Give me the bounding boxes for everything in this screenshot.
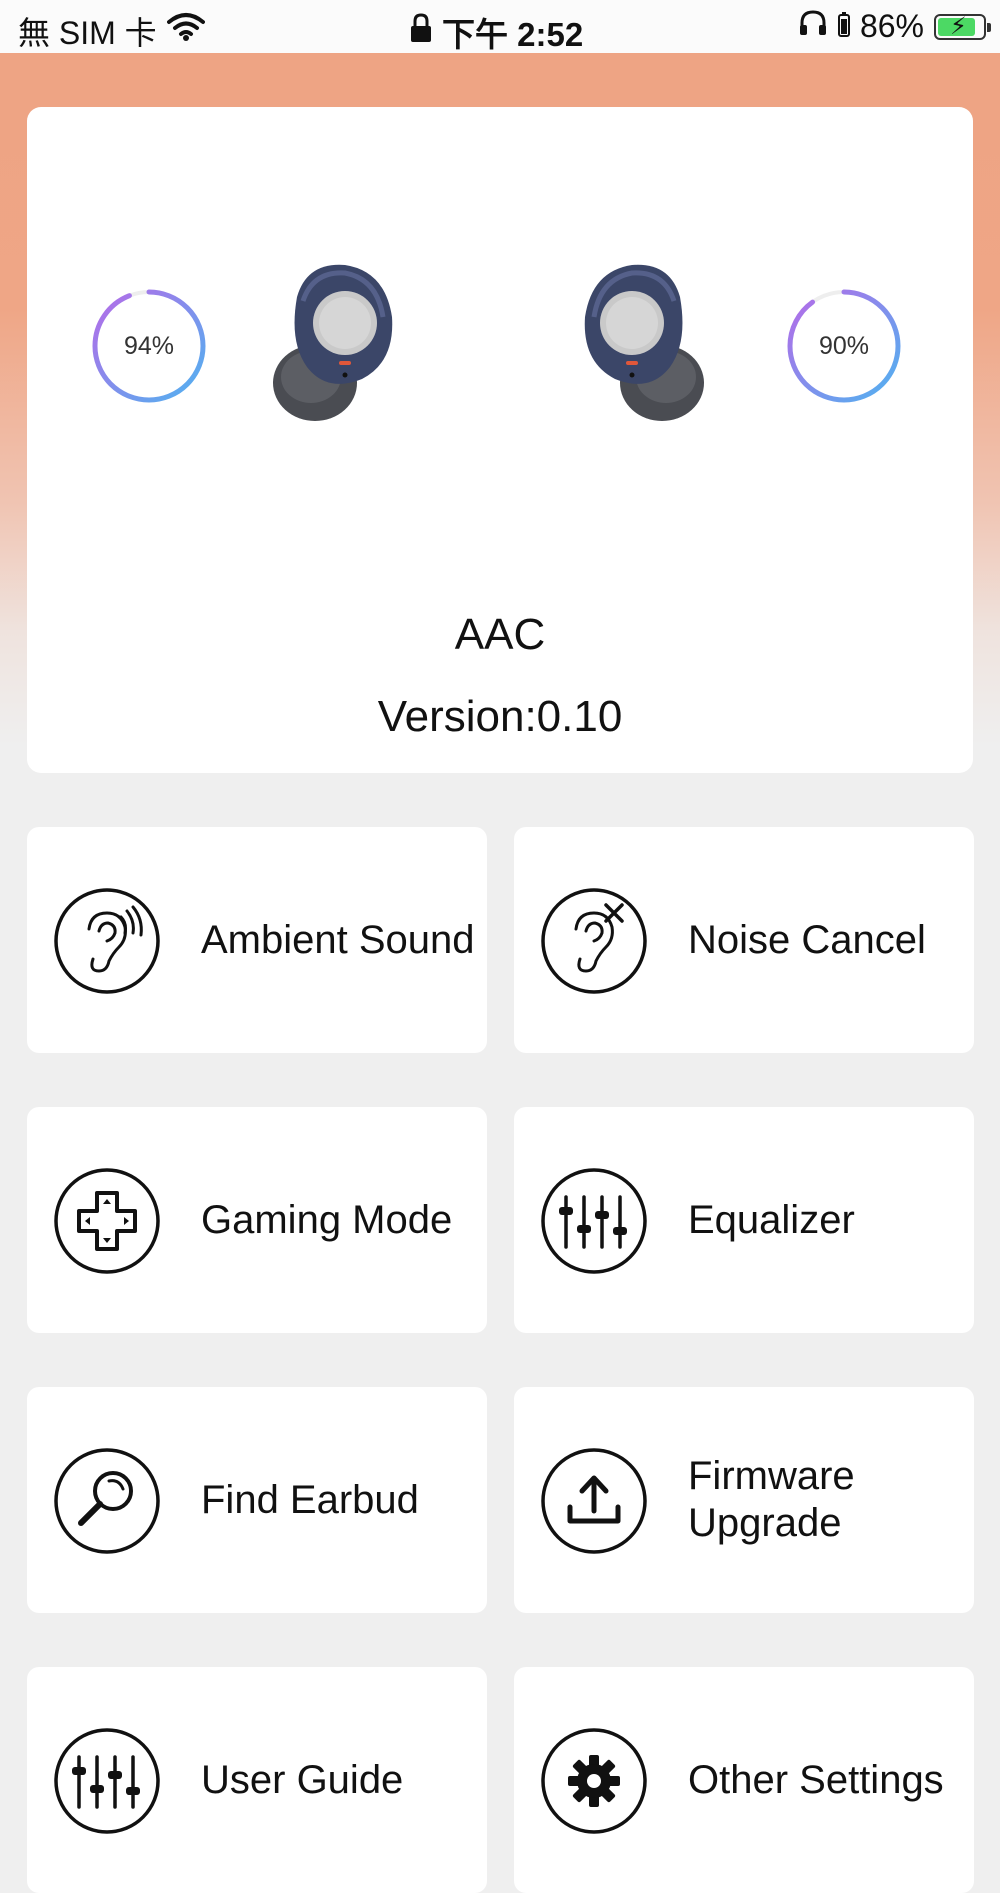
ear-mute-icon bbox=[541, 888, 647, 994]
find-earbud-label: Find Earbud bbox=[201, 1477, 419, 1522]
right-battery-label: 90% bbox=[818, 332, 870, 360]
magnifier-icon bbox=[54, 1448, 160, 1554]
battery-percent: 86% bbox=[859, 8, 924, 44]
gamepad-dpad-icon bbox=[54, 1168, 160, 1274]
firmware-upgrade-button[interactable]: Firmware Upgrade bbox=[514, 1387, 974, 1613]
carrier-label: 無 SIM 卡 bbox=[18, 15, 157, 51]
codec-label: AAC bbox=[454, 610, 546, 659]
wifi-icon bbox=[166, 12, 205, 50]
left-earbud-image bbox=[267, 257, 417, 437]
other-settings-label: Other Settings bbox=[688, 1757, 944, 1802]
left-battery-ring: 94% bbox=[90, 287, 208, 405]
user-guide-button[interactable]: User Guide bbox=[27, 1667, 487, 1893]
upload-icon bbox=[541, 1448, 647, 1554]
headphone-battery-icon bbox=[837, 8, 850, 45]
guide-sliders-icon bbox=[54, 1728, 160, 1834]
user-guide-label: User Guide bbox=[201, 1757, 404, 1802]
equalizer-button[interactable]: Equalizer bbox=[514, 1107, 974, 1333]
ambient-sound-button[interactable]: Ambient Sound bbox=[27, 827, 487, 1053]
firmware-version: Version:0.10 bbox=[377, 692, 623, 741]
gear-icon bbox=[541, 1728, 647, 1834]
battery-icon: ⚡ bbox=[934, 12, 991, 40]
gaming-mode-label: Gaming Mode bbox=[201, 1197, 453, 1242]
status-bar: 無 SIM 卡 下午 2:52 86% ⚡ bbox=[0, 0, 1000, 53]
equalizer-sliders-icon bbox=[541, 1168, 647, 1274]
right-battery-ring: 90% bbox=[785, 287, 903, 405]
noise-cancel-label: Noise Cancel bbox=[688, 917, 926, 962]
lock-icon bbox=[410, 13, 432, 51]
charging-bolt-icon: ⚡ bbox=[950, 12, 967, 40]
right-earbud-image bbox=[562, 257, 712, 437]
ambient-sound-label: Ambient Sound bbox=[201, 917, 475, 962]
equalizer-label: Equalizer bbox=[688, 1197, 855, 1242]
ear-waves-icon bbox=[54, 888, 160, 994]
noise-cancel-button[interactable]: Noise Cancel bbox=[514, 827, 974, 1053]
other-settings-button[interactable]: Other Settings bbox=[514, 1667, 974, 1893]
device-card: 94% 90% AAC Version:0.10 bbox=[27, 107, 973, 773]
headphones-icon bbox=[798, 8, 828, 45]
status-time: 下午 2:52 bbox=[442, 16, 584, 53]
firmware-upgrade-label: Firmware Upgrade bbox=[688, 1454, 855, 1545]
gaming-mode-button[interactable]: Gaming Mode bbox=[27, 1107, 487, 1333]
find-earbud-button[interactable]: Find Earbud bbox=[27, 1387, 487, 1613]
left-battery-label: 94% bbox=[123, 332, 175, 360]
